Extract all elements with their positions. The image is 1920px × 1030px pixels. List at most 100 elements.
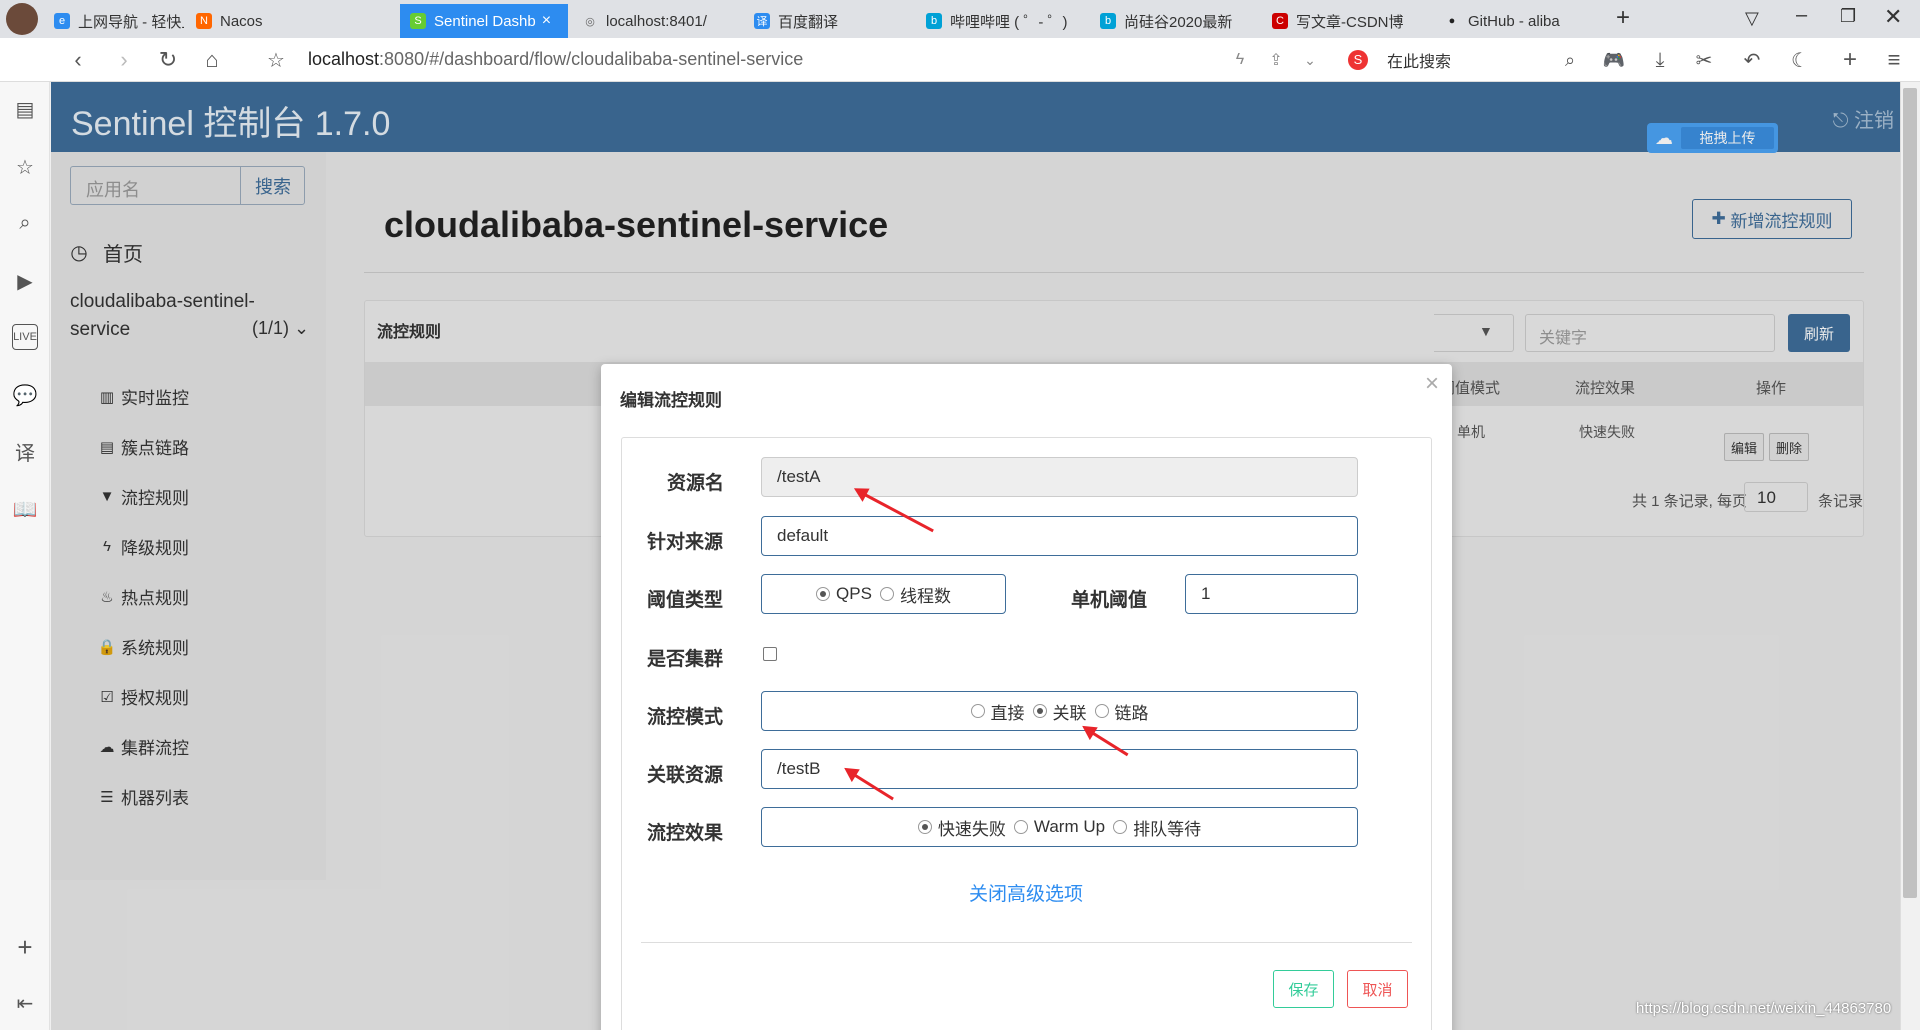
- tab-3[interactable]: ◎ localhost:8401/: [572, 4, 732, 38]
- profile-avatar[interactable]: [6, 3, 38, 35]
- effect-label: 流控效果: [647, 823, 724, 844]
- strategy-option-direct[interactable]: 直接: [970, 699, 1025, 724]
- tab-7[interactable]: C 写文章-CSDN博: [1262, 4, 1422, 38]
- radio-selected-icon: [917, 820, 932, 834]
- sentinel-app: Sentinel 控制台 1.7.0 ⎋ 注销 ☁ 拖拽上传 应用名 搜索 ◷ 首页…: [51, 82, 1900, 1030]
- tab-favicon-icon: ◎: [585, 15, 595, 28]
- add-sidebar-icon[interactable]: +: [12, 932, 38, 962]
- effect-option-warm-up[interactable]: Warm Up: [1013, 817, 1105, 837]
- grade-label: 阈值类型: [647, 590, 724, 611]
- restore-icon[interactable]: ❐: [1840, 6, 1856, 27]
- book-icon[interactable]: 📖: [12, 496, 38, 522]
- edit-flow-rule-dialog: 编辑流控规则 × 资源名 /testA 针对来源 default 阈值类型 QP…: [601, 364, 1452, 1030]
- tab-label: 百度翻译: [778, 13, 839, 31]
- chat-icon[interactable]: 💬: [12, 382, 38, 408]
- browser-sidebar: ▤ ☆ ⌕ ▶ LIVE 💬 译 📖 + ⇤: [0, 82, 50, 1030]
- tab-label: 哔哩哔哩 ( ゜- ゜): [950, 13, 1068, 31]
- home-icon[interactable]: ⌂: [198, 46, 226, 74]
- effect-radio-group: 快速失败 Warm Up 排队等待: [761, 807, 1358, 847]
- origin-input[interactable]: default: [761, 516, 1358, 556]
- tab-5[interactable]: b 哔哩哔哩 ( ゜- ゜): [916, 4, 1076, 38]
- translate-icon[interactable]: 译: [12, 438, 38, 465]
- tab-label: localhost:8401/: [606, 12, 707, 30]
- tab-2-active[interactable]: S Sentinel Dashb ×: [400, 4, 568, 38]
- tab-favicon-icon: b: [1100, 13, 1116, 29]
- dialog-title: 编辑流控规则: [620, 391, 722, 410]
- cluster-label: 是否集群: [647, 649, 724, 670]
- tab-0[interactable]: e 上网导航 - 轻快上: [44, 4, 184, 38]
- origin-label: 针对来源: [647, 532, 724, 553]
- tab-favicon-icon: N: [196, 13, 212, 29]
- effect-option-fast-fail[interactable]: 快速失败: [917, 815, 1006, 840]
- grade-option-thread[interactable]: 线程数: [879, 582, 951, 607]
- minimize-icon[interactable]: –: [1796, 4, 1807, 27]
- video-icon[interactable]: ▶: [12, 268, 38, 294]
- save-button[interactable]: 保存: [1273, 970, 1334, 1008]
- cluster-checkbox[interactable]: [763, 647, 777, 661]
- tab-4[interactable]: 译百度翻译: [744, 4, 904, 38]
- reload-icon[interactable]: ↻: [154, 46, 182, 74]
- scissors-icon[interactable]: ✂: [1690, 46, 1718, 74]
- threshold-label: 单机阈值: [1071, 590, 1148, 611]
- cancel-button[interactable]: 取消: [1347, 970, 1408, 1008]
- night-mode-icon[interactable]: ☾: [1786, 46, 1814, 74]
- new-tab-icon[interactable]: +: [1616, 4, 1630, 32]
- tab-1[interactable]: N Nacos: [186, 4, 326, 38]
- effect-option-queue[interactable]: 排队等待: [1113, 815, 1201, 840]
- radio-selected-icon: [1032, 704, 1047, 718]
- option-label: 排队等待: [1133, 819, 1202, 839]
- dialog-divider: [641, 942, 1412, 943]
- tab-favicon-icon: ●: [1448, 15, 1456, 27]
- search-icon[interactable]: ⌕: [1556, 46, 1584, 74]
- reader-icon[interactable]: ▤: [12, 96, 38, 122]
- download-icon[interactable]: ⤓: [1646, 46, 1674, 74]
- strategy-option-relate[interactable]: 关联: [1032, 699, 1087, 724]
- strategy-option-chain[interactable]: 链路: [1094, 699, 1149, 724]
- watermark: https://blog.csdn.net/weixin_44863780: [1636, 1000, 1892, 1017]
- close-window-icon[interactable]: ✕: [1884, 4, 1902, 30]
- game-icon[interactable]: 🎮: [1600, 46, 1628, 74]
- url-path: :8080/#/dashboard/flow/cloudalibaba-sent…: [379, 49, 804, 69]
- undo-icon[interactable]: ↶: [1738, 46, 1766, 74]
- menu-icon[interactable]: ≡: [1880, 46, 1908, 74]
- option-label: QPS: [836, 584, 872, 603]
- option-label: 链路: [1114, 703, 1149, 723]
- option-label: 线程数: [899, 586, 951, 606]
- threshold-input[interactable]: 1: [1185, 574, 1358, 614]
- tab-favicon-icon: S: [410, 13, 426, 29]
- back-icon[interactable]: ‹: [64, 46, 92, 74]
- grade-option-qps[interactable]: QPS: [816, 584, 872, 604]
- close-icon[interactable]: ×: [1425, 370, 1439, 398]
- url-host: localhost: [308, 49, 380, 69]
- favorites-star-icon[interactable]: ☆: [12, 154, 38, 180]
- radio-icon: [1094, 704, 1109, 718]
- tab-manager-icon[interactable]: ▽: [1745, 8, 1759, 29]
- tab-label: 上网导航 - 轻快上: [78, 13, 184, 31]
- tab-label: Sentinel Dashb: [434, 12, 536, 30]
- url-field[interactable]: localhost:8080/#/dashboard/flow/cloudali…: [308, 49, 803, 70]
- tab-6[interactable]: b 尚硅谷2020最新: [1090, 4, 1250, 38]
- lightning-icon[interactable]: ϟ: [1226, 46, 1254, 74]
- browser-search-input[interactable]: 在此搜索: [1387, 48, 1451, 72]
- collapse-sidebar-icon[interactable]: ⇤: [12, 990, 38, 1016]
- ref-resource-label: 关联资源: [647, 765, 724, 786]
- tab-favicon-icon: 译: [754, 13, 770, 29]
- option-label: 关联: [1052, 703, 1087, 723]
- dropdown-icon[interactable]: ⌄: [1296, 46, 1324, 74]
- radio-icon: [1113, 820, 1128, 834]
- tab-close-icon[interactable]: ×: [542, 12, 551, 30]
- forward-icon[interactable]: ›: [110, 46, 138, 74]
- address-bar: ‹ › ↻ ⌂ ☆ localhost:8080/#/dashboard/flo…: [0, 38, 1920, 82]
- grade-radio-group: QPS 线程数: [761, 574, 1006, 614]
- search-engine-icon[interactable]: S: [1348, 50, 1368, 70]
- tab-favicon-icon: e: [54, 13, 70, 29]
- bookmark-star-icon[interactable]: ☆: [262, 46, 290, 74]
- advanced-options-link[interactable]: 关闭高级选项: [969, 879, 1083, 906]
- share-icon[interactable]: ⇪: [1262, 46, 1290, 74]
- scrollbar-thumb[interactable]: [1903, 88, 1917, 898]
- tab-8[interactable]: ● GitHub - aliba: [1434, 4, 1594, 38]
- add-icon[interactable]: +: [1836, 46, 1864, 74]
- tab-label: Nacos: [220, 12, 263, 30]
- live-icon[interactable]: LIVE: [12, 324, 38, 350]
- search-icon[interactable]: ⌕: [12, 210, 38, 236]
